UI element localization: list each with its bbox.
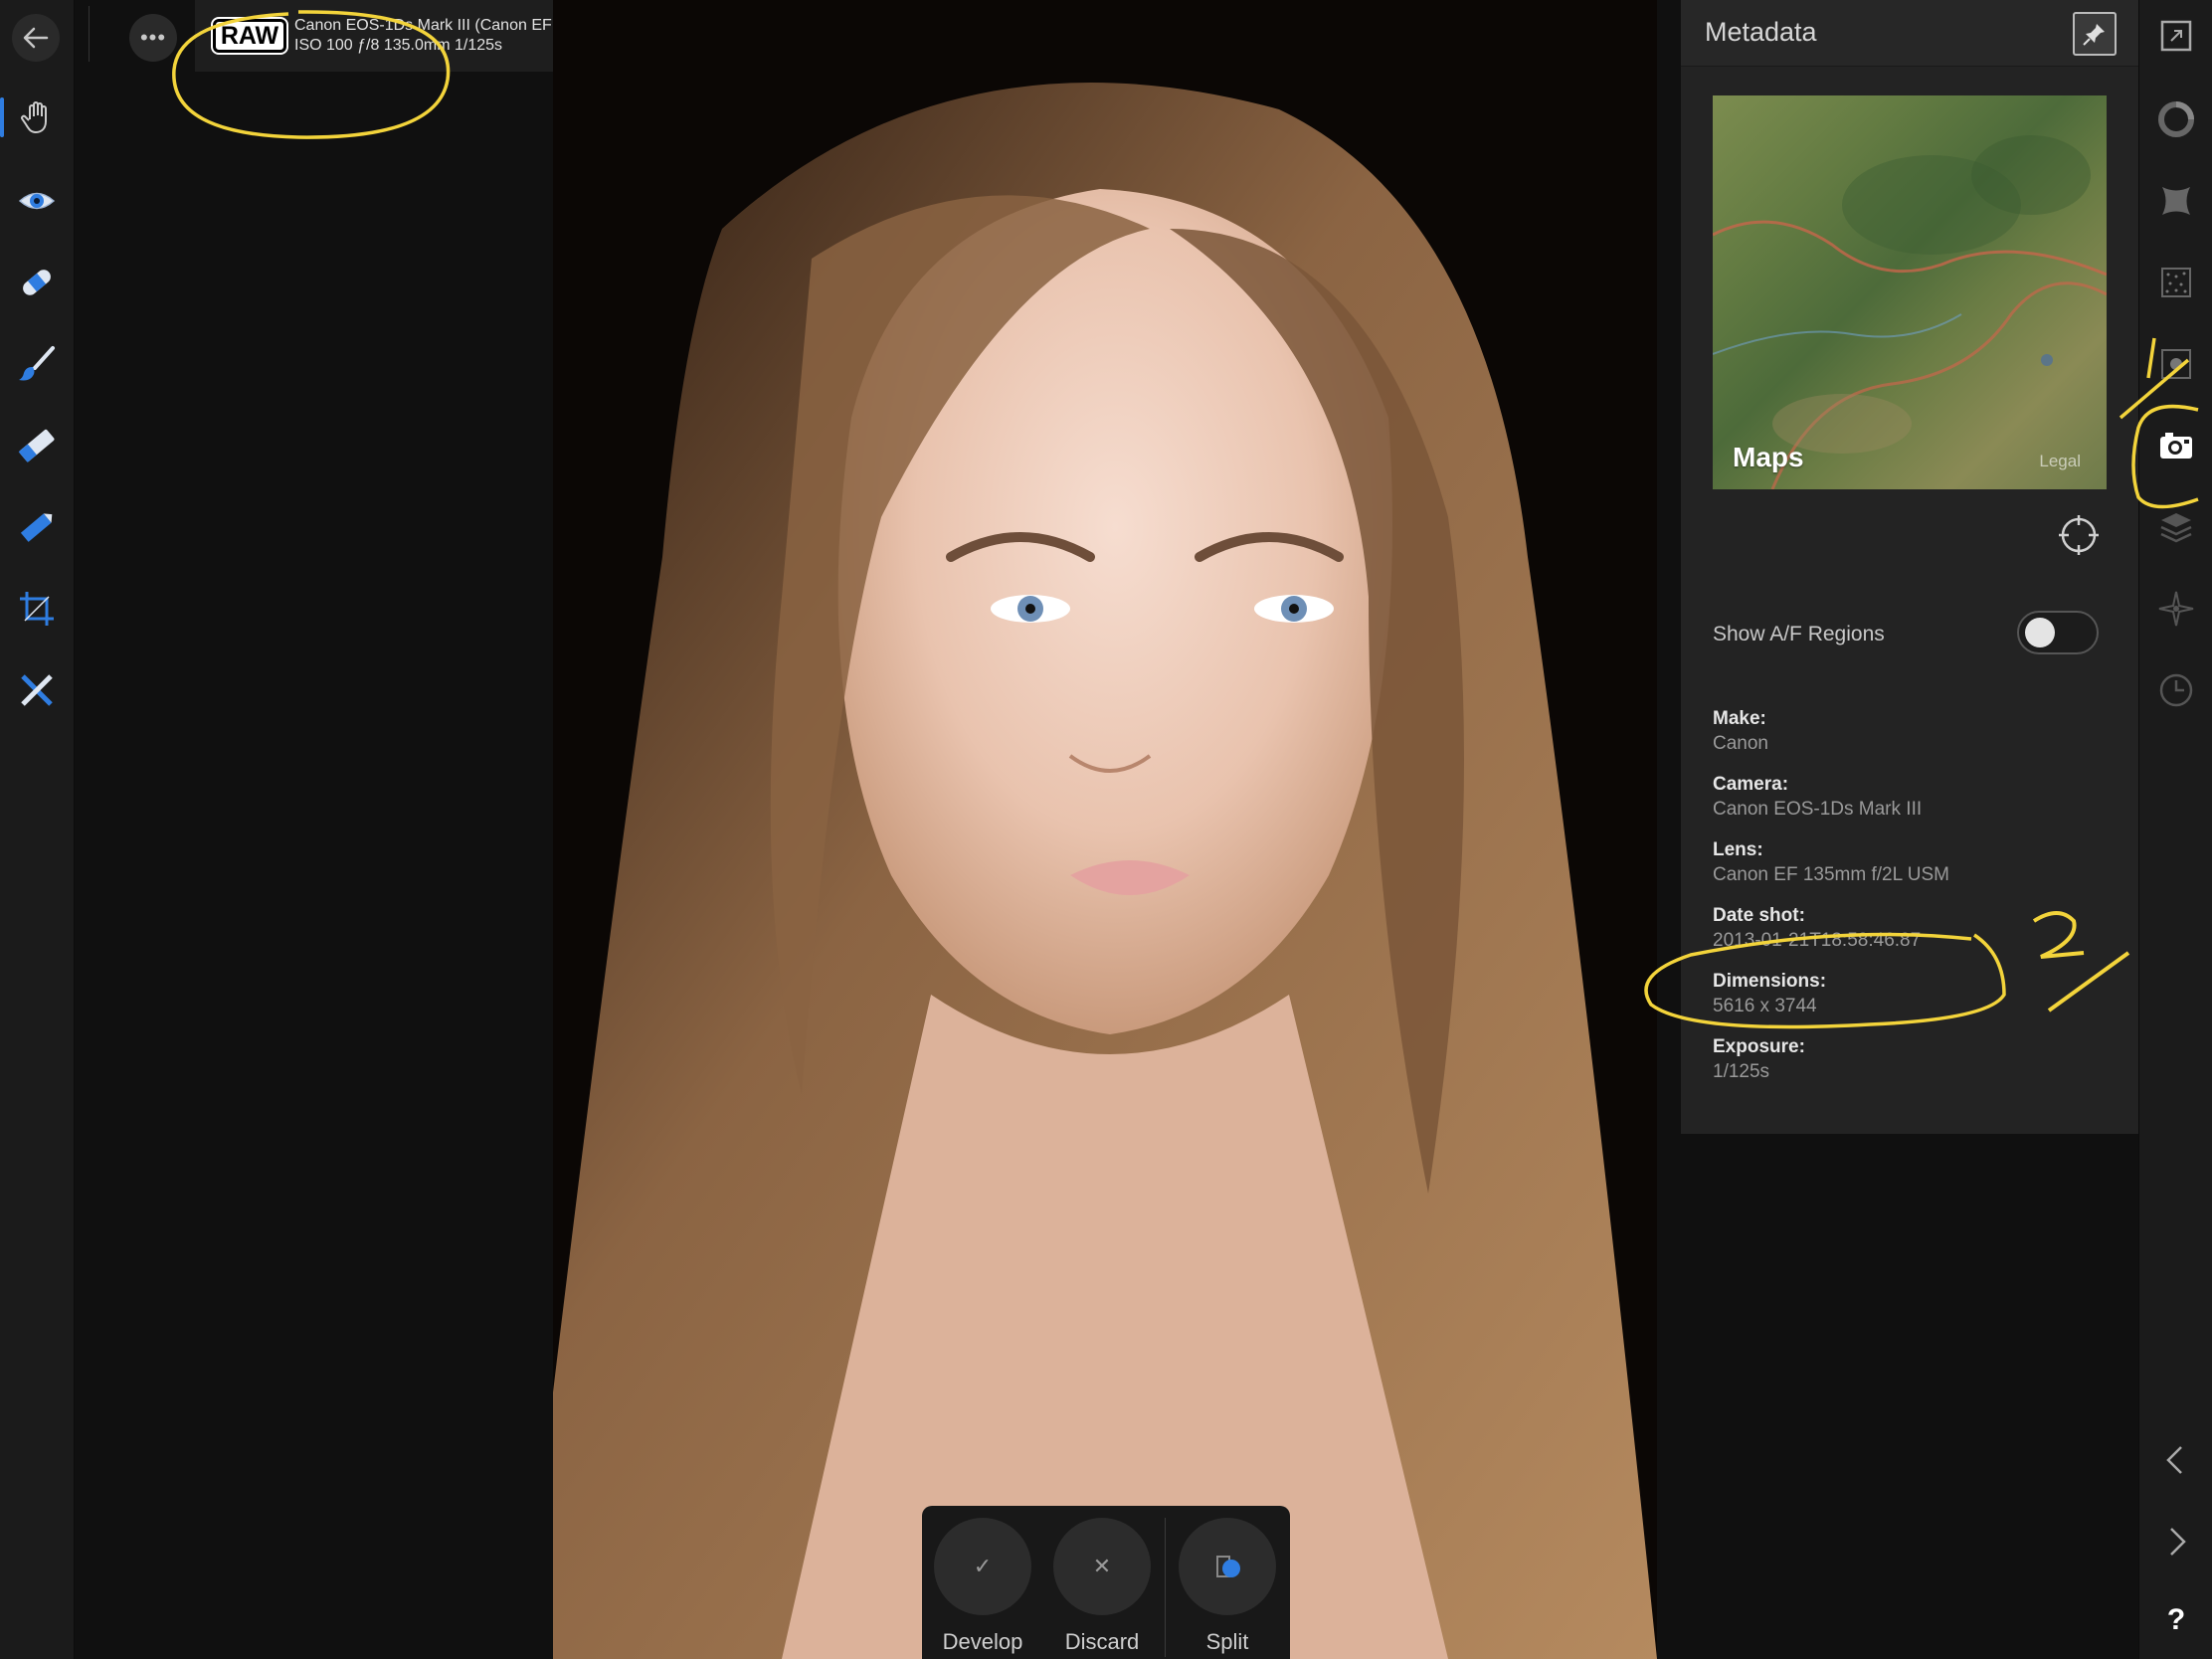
fullscreen-button[interactable]	[2156, 16, 2196, 56]
layers-studio-button[interactable]	[2156, 507, 2196, 547]
locate-button[interactable]	[2057, 513, 2101, 557]
split-button[interactable]	[1179, 1518, 1276, 1615]
camera-field: Camera: Canon EOS-1Ds Mark III	[1713, 774, 1922, 821]
develop-bar: ✓ Develop ✕ Discard Split	[922, 1506, 1290, 1659]
lens-field: Lens: Canon EF 135mm f/2L USM	[1713, 839, 1949, 886]
overlay-tool[interactable]	[9, 662, 65, 718]
location-map[interactable]: Maps Legal	[1713, 95, 2107, 489]
crop-icon	[20, 592, 54, 626]
portrait-photo	[553, 0, 1657, 1659]
gradient-pen-icon	[20, 513, 53, 542]
field-value: 2013-01-21T18:58:46.87	[1713, 930, 1922, 951]
lens-studio-button[interactable]	[2156, 181, 2196, 221]
right-toolbar: ?	[2138, 0, 2212, 1659]
field-key: Camera:	[1713, 774, 1789, 795]
field-value: 5616 x 3744	[1713, 996, 1817, 1016]
eraser-tool[interactable]	[9, 418, 65, 473]
more-button[interactable]: •••	[129, 14, 177, 62]
red-eye-tool[interactable]	[9, 173, 65, 229]
discard-button[interactable]: ✕	[1053, 1518, 1151, 1615]
date-shot-field: Date shot: 2013-01-21T18:58:46.87	[1713, 905, 1921, 952]
more-icon: •••	[139, 25, 167, 50]
metadata-header: Metadata	[1681, 0, 2138, 67]
histogram-studio-button[interactable]	[2156, 99, 2196, 139]
blemish-tool[interactable]	[9, 255, 65, 310]
overlays-studio-button[interactable]	[2156, 344, 2196, 384]
gradient-tool[interactable]	[9, 499, 65, 555]
help-button[interactable]: ?	[2139, 1603, 2212, 1637]
exposure-info: ISO 100 ƒ/8 135.0mm 1/125s	[294, 37, 503, 54]
crop-tool[interactable]	[9, 581, 65, 637]
eye-icon	[18, 192, 56, 210]
fullscreen-icon	[2160, 20, 2192, 52]
check-icon: ✓	[973, 1554, 993, 1578]
close-icon: ✕	[1092, 1554, 1112, 1578]
pin-panel-button[interactable]	[2073, 12, 2117, 56]
map-legal-link[interactable]: Legal	[2039, 452, 2081, 471]
af-regions-toggle[interactable]	[2017, 611, 2099, 654]
field-value: 1/125s	[1713, 1061, 1770, 1082]
field-value: Canon EOS-1Ds Mark III	[1713, 799, 1923, 820]
hand-tool[interactable]	[0, 90, 65, 145]
previous-button[interactable]	[2156, 1440, 2196, 1480]
metadata-title: Metadata	[1705, 17, 1817, 47]
history-icon	[2159, 673, 2193, 707]
discard-label: Discard	[1064, 1629, 1140, 1654]
metadata-panel: Metadata Maps Legal Show A/F Regions Mak…	[1681, 0, 2138, 1134]
metadata-studio-button[interactable]	[2156, 426, 2196, 465]
map-terrain	[1713, 135, 2107, 489]
photo-canvas[interactable]	[553, 0, 1657, 1659]
bandage-icon	[23, 270, 51, 295]
eraser-icon	[18, 429, 55, 462]
history-studio-button[interactable]	[2156, 670, 2196, 710]
develop-button[interactable]: ✓	[934, 1518, 1031, 1615]
brush-tool[interactable]	[9, 336, 65, 392]
maps-brand: Maps	[1733, 442, 1804, 472]
field-value: Canon	[1713, 733, 1768, 754]
toolbar-divider	[89, 6, 90, 62]
crosshair-icon	[2059, 515, 2099, 555]
field-key: Dimensions:	[1713, 971, 1827, 992]
brush-icon	[19, 346, 55, 381]
overlay-tool-icon	[21, 674, 53, 706]
chevron-left-icon	[2166, 1446, 2182, 1474]
pin-icon	[2083, 24, 2105, 46]
focus-studio-button[interactable]	[2156, 589, 2196, 629]
hand-icon	[21, 101, 47, 134]
field-key: Make:	[1713, 708, 1766, 729]
develop-divider	[1165, 1518, 1166, 1657]
af-regions-label: Show A/F Regions	[1713, 623, 1885, 645]
chevron-right-icon	[2170, 1528, 2186, 1556]
back-button[interactable]	[12, 14, 60, 62]
layers-icon	[2160, 513, 2192, 543]
field-key: Date shot:	[1713, 905, 1805, 926]
make-field: Make: Canon	[1713, 708, 1768, 755]
dimensions-field: Dimensions: 5616 x 3744	[1713, 971, 1826, 1017]
exposure-field: Exposure: 1/125s	[1713, 1036, 1805, 1083]
field-value: Canon EF 135mm f/2L USM	[1713, 864, 1949, 885]
noise-studio-button[interactable]	[2156, 263, 2196, 302]
split-label: Split	[1205, 1629, 1249, 1654]
develop-label: Develop	[942, 1629, 1023, 1654]
histogram-icon	[2158, 101, 2194, 137]
noise-icon	[2161, 268, 2191, 297]
lens-icon	[2162, 187, 2190, 215]
toggle-knob	[2025, 618, 2055, 647]
focus-icon	[2158, 591, 2194, 627]
camera-icon	[2160, 433, 2192, 459]
next-button[interactable]	[2156, 1522, 2196, 1562]
overlay-icon	[2161, 349, 2191, 379]
field-key: Exposure:	[1713, 1036, 1805, 1057]
field-key: Lens:	[1713, 839, 1763, 860]
split-view-icon	[1216, 1556, 1240, 1577]
raw-badge: RAW	[213, 19, 286, 53]
arrow-left-icon	[23, 27, 49, 49]
left-toolbar	[0, 0, 75, 1659]
